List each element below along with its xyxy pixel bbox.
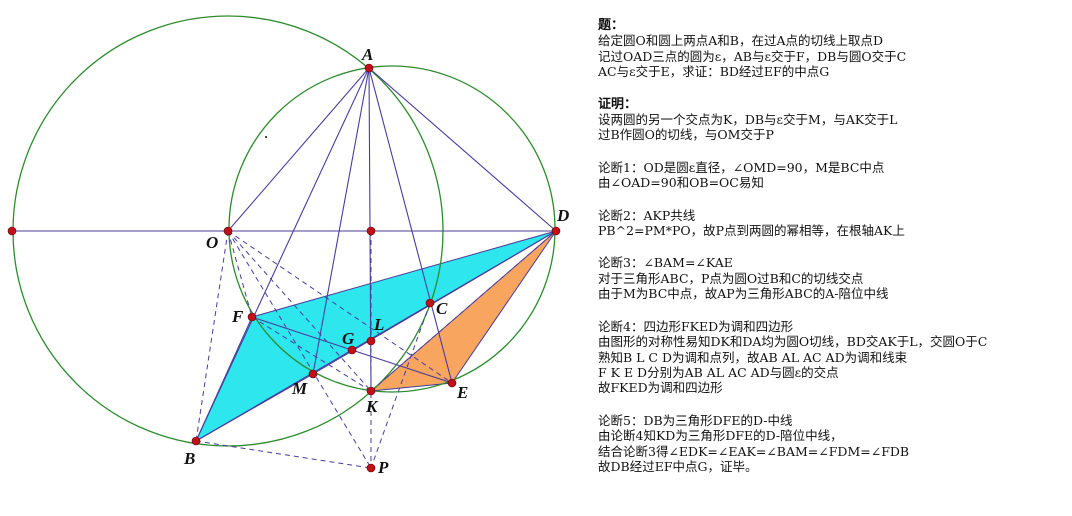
label-g: G xyxy=(342,329,355,348)
label-a: A xyxy=(361,45,373,64)
label-m: M xyxy=(291,379,308,398)
step-5: 论断5：DB为三角形DFE的D-中线 由论断4知KD为三角形DFE的D-陪位中线… xyxy=(598,413,1068,475)
proof-line: 过B作圆O的切线，与OM交于P xyxy=(598,127,774,143)
problem-line: 记过OAD三点的圆为ε，AB与ε交于F，DB与圆O交于C xyxy=(598,48,907,64)
step-line: 故DB经过EF中点G，证毕。 xyxy=(598,458,758,474)
step-line: 由图形的对称性易知DK和DA均为圆O切线，BD交AK于L，交圆O于C xyxy=(598,334,988,350)
step-3: 论断3：∠BAM=∠KAE 对于三角形ABC，P点为圆O过B和C的切线交点 由于… xyxy=(598,255,1068,301)
label-b: B xyxy=(183,449,195,468)
geometry-figure: A O D C F L G M K E B P xyxy=(7,15,569,477)
point-k xyxy=(366,386,376,396)
point-a xyxy=(364,63,374,73)
point-e xyxy=(447,378,457,388)
label-p: P xyxy=(377,458,389,477)
step-2: 论断2：AKP共线 PB^2=PM*PO，故P点到两圆的幂相等，在根轴AK上 xyxy=(598,208,1068,239)
step-title: 论断5：DB为三角形DFE的D-中线 xyxy=(598,412,793,428)
step-line: PB^2=PM*PO，故P点到两圆的幂相等，在根轴AK上 xyxy=(598,223,905,239)
step-1: 论断1：OD是圆ε直径，∠OMD=90，M是BC中点 由∠OAD=90和OB=O… xyxy=(598,160,1068,191)
problem-block: 题： 给定圆O和圆上两点A和B，在过A点的切线上取点D 记过OAD三点的圆为ε，… xyxy=(598,18,1068,80)
step-title: 论断3：∠BAM=∠KAE xyxy=(598,255,733,271)
point-c xyxy=(425,298,435,308)
label-o: O xyxy=(206,233,218,252)
step-line: 结合论断3得∠EDK=∠EAK=∠BAM=∠FDM=∠FDB xyxy=(598,443,910,459)
point-mid xyxy=(366,226,376,236)
point-o xyxy=(223,226,233,236)
label-e: E xyxy=(456,383,468,402)
label-f: F xyxy=(231,307,244,326)
point-m xyxy=(308,369,318,379)
step-line: 由∠OAD=90和OB=OC易知 xyxy=(598,175,764,191)
problem-line: AC与ε交于E，求证：BD经过EF的中点G xyxy=(598,64,830,80)
proof-block: 证明： 设两圆的另一个交点为K，DB与ε交于M，与AK交于L 过B作圆O的切线，… xyxy=(598,97,1068,143)
point-p xyxy=(366,463,376,473)
problem-heading: 题： xyxy=(598,18,625,33)
step-line: 对于三角形ABC，P点为圆O过B和C的切线交点 xyxy=(598,270,864,286)
step-line: 熟知B L C D为调和点列，故AB AL AC AD为调和线束 xyxy=(598,349,908,365)
label-k: K xyxy=(365,397,379,416)
point-l xyxy=(366,336,376,346)
proof-line: 设两圆的另一个交点为K，DB与ε交于M，与AK交于L xyxy=(598,112,898,128)
stray-dot xyxy=(265,136,267,138)
label-d: D xyxy=(556,206,569,225)
proof-text-panel: 题： 给定圆O和圆上两点A和B，在过A点的切线上取点D 记过OAD三点的圆为ε，… xyxy=(598,18,1068,491)
step-title: 论断1：OD是圆ε直径，∠OMD=90，M是BC中点 xyxy=(598,159,885,175)
label-c: C xyxy=(436,299,448,318)
step-4: 论断4：四边形FKED为调和四边形 由图形的对称性易知DK和DA均为圆O切线，B… xyxy=(598,319,1068,396)
label-l: L xyxy=(373,315,384,334)
step-title: 论断4：四边形FKED为调和四边形 xyxy=(598,318,794,334)
step-line: 由于M为BC中点，故AP为三角形ABC的A-陪位中线 xyxy=(598,286,889,302)
point-f xyxy=(247,312,257,322)
proof-heading: 证明： xyxy=(598,96,638,112)
problem-line: 给定圆O和圆上两点A和B，在过A点的切线上取点D xyxy=(598,33,884,49)
step-line: F K E D分别为AB AL AC AD与圆ε的交点 xyxy=(598,364,839,380)
point-left xyxy=(7,226,17,236)
step-line: 由论断4知KD为三角形DFE的D-陪位中线， xyxy=(598,428,843,444)
step-title: 论断2：AKP共线 xyxy=(598,207,696,223)
step-line: 故FKED为调和四边形 xyxy=(598,380,723,396)
point-d xyxy=(551,226,561,236)
point-b xyxy=(191,436,201,446)
